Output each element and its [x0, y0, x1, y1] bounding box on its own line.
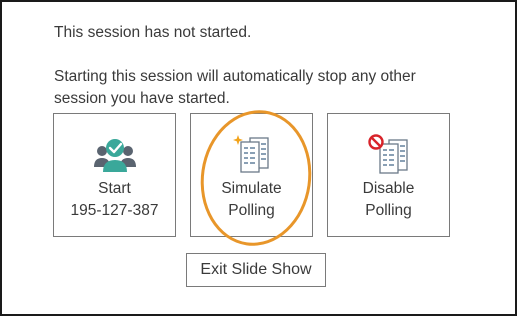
simulate-polling-label: Simulate Polling — [191, 178, 312, 222]
disable-label-line2: Polling — [365, 202, 412, 219]
exit-slide-show-button[interactable]: Exit Slide Show — [186, 253, 326, 287]
session-status-text: This session has not started. — [54, 24, 252, 41]
disable-polling-label: Disable Polling — [328, 178, 449, 222]
start-label-line1: Start — [98, 180, 131, 197]
disable-label-line1: Disable — [362, 180, 415, 197]
simulate-label-line1: Simulate — [221, 180, 282, 197]
session-warning-line1: Starting this session will automatically… — [54, 68, 416, 85]
people-check-icon — [93, 139, 136, 172]
start-session-button[interactable]: Start 195-127-387 — [53, 113, 176, 237]
session-warning-line2: session you have started. — [54, 90, 230, 107]
simulate-label-line2: Polling — [228, 202, 275, 219]
session-code: 195-127-387 — [70, 202, 159, 219]
simulate-polling-icon — [232, 135, 269, 173]
disable-polling-button[interactable]: Disable Polling — [327, 113, 450, 237]
start-session-label: Start 195-127-387 — [54, 178, 175, 222]
simulate-polling-button[interactable]: Simulate Polling — [190, 113, 313, 237]
disable-polling-icon — [367, 134, 408, 174]
